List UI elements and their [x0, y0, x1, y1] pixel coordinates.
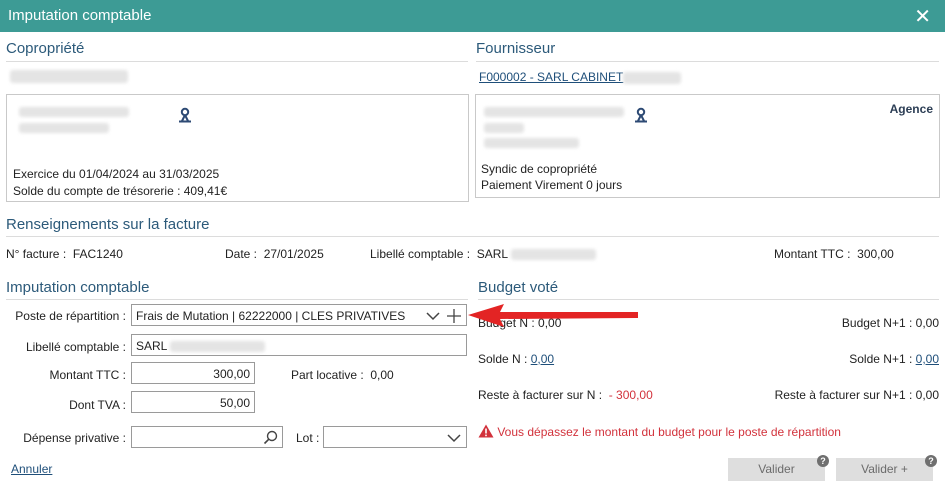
- address-redacted: [19, 123, 109, 133]
- fournisseur-link[interactable]: F000002 - SARL CABINET: [479, 70, 623, 84]
- agence-label: Agence: [889, 102, 933, 116]
- copropriete-card: Exercice du 01/04/2024 au 31/03/2025 Sol…: [6, 94, 469, 202]
- location-pin-icon[interactable]: [178, 107, 192, 123]
- montant-label: Montant TTC :: [49, 368, 126, 382]
- depense-label: Dépense privative :: [23, 431, 126, 445]
- solde-n1-label: Solde N+1 :: [849, 352, 913, 366]
- warning-icon: [478, 424, 494, 438]
- window-titlebar: Imputation comptable ✕: [0, 0, 945, 32]
- solde-n-link[interactable]: 0,00: [531, 352, 554, 366]
- fournisseur-type: Syndic de copropriété: [481, 162, 598, 176]
- window-title: Imputation comptable: [8, 7, 152, 24]
- facture-num-value: FAC1240: [72, 247, 123, 261]
- reste-n1-label: Reste à facturer sur N+1 :: [774, 388, 913, 402]
- solde-n-row: Solde N : 0,00: [478, 352, 554, 366]
- libelle-redacted: [170, 341, 266, 353]
- chevron-down-icon[interactable]: [447, 433, 461, 443]
- facture-title: Renseignements sur la facture: [6, 216, 210, 233]
- facture-num-row: N° facture : FAC1240: [6, 247, 123, 261]
- tva-value: 50,00: [219, 396, 250, 410]
- facture-libelle-row: Libellé comptable : SARL: [370, 247, 596, 261]
- tva-label: Dont TVA :: [69, 398, 126, 412]
- annotation-arrow-icon: [468, 304, 638, 327]
- reste-n1-row: Reste à facturer sur N+1 : 0,00: [775, 388, 939, 402]
- budget-warning: Vous dépassez le montant du budget pour …: [478, 424, 841, 439]
- budget-title: Budget voté: [478, 279, 559, 296]
- libelle-label: Libellé comptable :: [25, 340, 126, 354]
- address-redacted: [484, 138, 579, 148]
- reste-n-label: Reste à facturer sur N :: [478, 388, 603, 402]
- address-redacted: [19, 107, 129, 117]
- fournisseur-card: Agence Syndic de copropriété Paiement Vi…: [475, 94, 940, 198]
- fournisseur-name-redacted: [623, 71, 682, 84]
- facture-libelle-label: Libellé comptable :: [370, 247, 471, 261]
- libelle-redacted: [510, 249, 596, 261]
- fournisseur-link-row: F000002 - SARL CABINET: [479, 70, 682, 84]
- montant-value: 300,00: [213, 367, 250, 381]
- valider-button[interactable]: Valider: [728, 458, 825, 481]
- annuler-link[interactable]: Annuler: [11, 462, 52, 476]
- lot-select[interactable]: [323, 426, 467, 448]
- close-icon[interactable]: ✕: [914, 4, 931, 29]
- poste-select[interactable]: Frais de Mutation | 62222000 | CLES PRIV…: [131, 304, 467, 326]
- help-icon[interactable]: ?: [817, 455, 829, 467]
- divider: [6, 61, 468, 62]
- lot-label: Lot :: [296, 431, 320, 445]
- solde-n1-link[interactable]: 0,00: [916, 352, 939, 366]
- fournisseur-title: Fournisseur: [476, 40, 556, 57]
- divider: [6, 299, 468, 300]
- poste-label: Poste de répartition :: [15, 309, 126, 323]
- solde-n-label: Solde N :: [478, 352, 528, 366]
- part-locative-row: Part locative : 0,00: [291, 368, 394, 382]
- reste-n1-value: 0,00: [915, 388, 939, 402]
- facture-date-value: 27/01/2025: [263, 247, 324, 261]
- add-icon[interactable]: [447, 309, 461, 323]
- depense-search-input[interactable]: [131, 426, 283, 448]
- valider-plus-button[interactable]: Valider +: [836, 458, 933, 481]
- part-locative-value: 0,00: [370, 368, 394, 382]
- solde-tresorerie-text: Solde du compte de trésorerie : 409,41€: [13, 184, 228, 198]
- address-redacted: [484, 107, 624, 117]
- libelle-input[interactable]: SARL: [131, 334, 467, 356]
- divider: [476, 61, 939, 62]
- fournisseur-paiement: Paiement Virement 0 jours: [481, 178, 623, 192]
- facture-date-row: Date : 27/01/2025: [225, 247, 324, 261]
- facture-libelle-value: SARL: [476, 247, 508, 261]
- divider: [6, 236, 939, 237]
- reste-n-value: - 300,00: [608, 388, 653, 402]
- budget-n1-value: 0,00: [915, 316, 939, 330]
- help-icon[interactable]: ?: [925, 455, 937, 467]
- facture-num-label: N° facture :: [6, 247, 67, 261]
- part-locative-label: Part locative :: [291, 368, 364, 382]
- warning-text: Vous dépassez le montant du budget pour …: [497, 425, 841, 439]
- location-pin-icon[interactable]: [634, 107, 648, 123]
- facture-montant-label: Montant TTC :: [774, 247, 851, 261]
- budget-n1-label: Budget N+1 :: [841, 316, 913, 330]
- poste-value: Frais de Mutation | 62222000 | CLES PRIV…: [136, 309, 406, 323]
- search-icon[interactable]: [263, 430, 278, 445]
- libelle-value-text: SARL: [136, 339, 167, 353]
- facture-montant-row: Montant TTC : 300,00: [774, 247, 894, 261]
- copropriete-name-redacted: [10, 70, 128, 83]
- budget-n1-row: Budget N+1 : 0,00: [842, 316, 939, 330]
- address-redacted: [484, 123, 524, 133]
- solde-n1-row: Solde N+1 : 0,00: [849, 352, 939, 366]
- imputation-title: Imputation comptable: [6, 279, 150, 296]
- facture-montant-value: 300,00: [857, 247, 894, 261]
- exercice-text: Exercice du 01/04/2024 au 31/03/2025: [13, 167, 220, 181]
- montant-input[interactable]: 300,00: [131, 362, 255, 384]
- chevron-down-icon[interactable]: [426, 311, 440, 321]
- facture-date-label: Date :: [225, 247, 258, 261]
- copropriete-title: Copropriété: [6, 40, 85, 57]
- tva-input[interactable]: 50,00: [131, 391, 255, 413]
- libelle-value: SARL: [136, 339, 266, 353]
- reste-n-row: Reste à facturer sur N : - 300,00: [478, 388, 653, 402]
